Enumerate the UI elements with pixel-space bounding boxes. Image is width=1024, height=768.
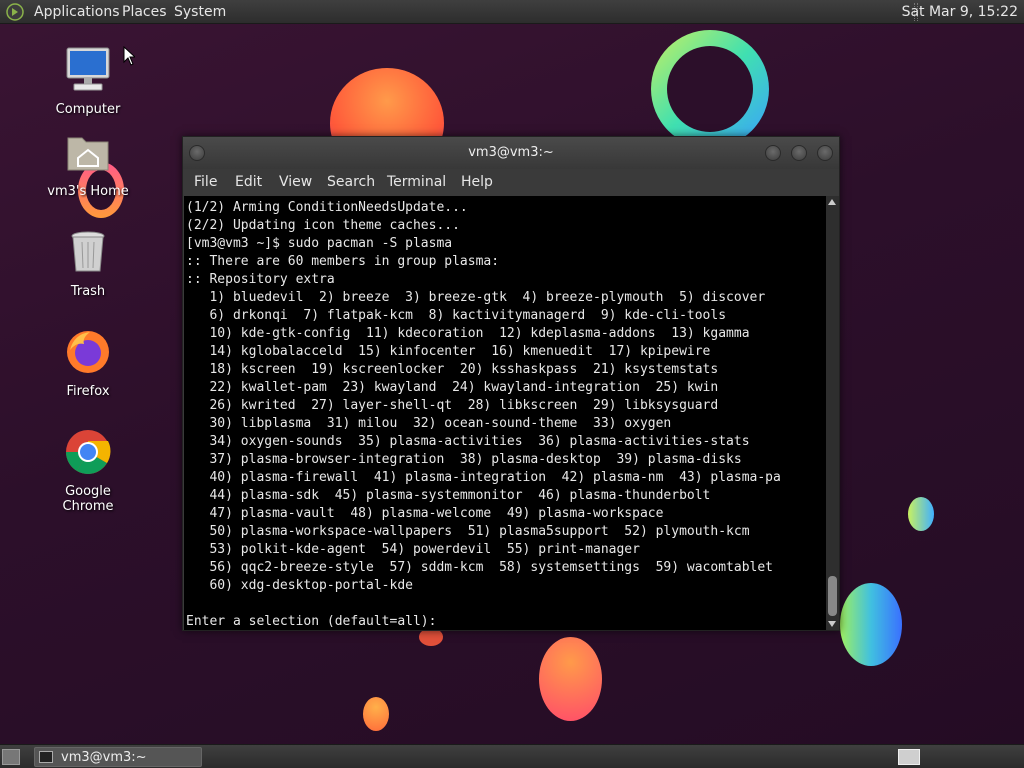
terminal-line: [vm3@vm3 ~]$ sudo pacman -S plasma — [186, 236, 453, 251]
desktop-icon-label: Computer — [55, 102, 121, 117]
terminal-line: 56) qqc2-breeze-style 57) sddm-kcm 58) s… — [186, 560, 773, 575]
terminal-line: 14) kglobalacceld 15) kinfocenter 16) km… — [186, 344, 711, 359]
terminal-titlebar[interactable]: vm3@vm3:~ — [183, 137, 839, 169]
maximize-button[interactable] — [791, 145, 807, 161]
menu-edit[interactable]: Edit — [235, 174, 262, 190]
taskbar-item-terminal[interactable]: vm3@vm3:~ — [34, 747, 202, 767]
desktop-icon-chrome[interactable]: Google Chrome — [38, 428, 138, 514]
terminal-line: 26) kwrited 27) layer-shell-qt 28) libks… — [186, 398, 719, 413]
scroll-up-icon[interactable] — [828, 199, 836, 205]
chrome-icon — [66, 430, 111, 474]
clock[interactable]: Sat Mar 9, 15:22 — [902, 4, 1018, 20]
mouse-cursor-icon — [123, 46, 135, 66]
terminal-scrollbar[interactable] — [826, 196, 839, 630]
desktop-icon-label: Google Chrome — [62, 484, 114, 514]
terminal-menubar: File Edit View Search Terminal Help — [183, 169, 839, 195]
wallpaper-pink-blob — [539, 637, 602, 721]
terminal-line: 6) drkonqi 7) flatpak-kcm 8) kactivityma… — [186, 308, 727, 323]
terminal-line: (2/2) Updating icon theme caches... — [186, 218, 460, 233]
workspace-switcher[interactable] — [898, 749, 920, 765]
terminal-line: 1) bluedevil 2) breeze 3) breeze-gtk 4) … — [186, 290, 766, 305]
desktop-icon-label: Firefox — [66, 384, 110, 399]
menu-search[interactable]: Search — [327, 174, 375, 190]
scroll-down-icon[interactable] — [828, 621, 836, 627]
wallpaper-blue-blob — [840, 583, 902, 666]
desktop-icon-label: vm3's Home — [47, 184, 129, 199]
terminal-line: 40) plasma-firewall 41) plasma-integrati… — [186, 470, 781, 485]
terminal-line: :: Repository extra — [186, 272, 335, 287]
applications-menu[interactable]: Applications — [34, 4, 120, 20]
show-desktop-icon[interactable] — [2, 749, 20, 765]
menu-file[interactable]: File — [194, 174, 217, 190]
terminal-line: 37) plasma-browser-integration 38) plasm… — [186, 452, 742, 467]
terminal-line: 53) polkit-kde-agent 54) powerdevil 55) … — [186, 542, 640, 557]
terminal-line: 10) kde-gtk-config 11) kdecoration 12) k… — [186, 326, 750, 341]
desktop-icon-home[interactable]: vm3's Home — [38, 128, 138, 199]
terminal-icon — [39, 751, 53, 763]
terminal-line: :: There are 60 members in group plasma: — [186, 254, 500, 269]
menu-terminal[interactable]: Terminal — [387, 174, 446, 190]
terminal-output[interactable]: (1/2) Arming ConditionNeedsUpdate... (2/2… — [184, 196, 826, 630]
terminal-line: (1/2) Arming ConditionNeedsUpdate... — [186, 200, 468, 215]
wallpaper-green-ring — [651, 30, 769, 148]
window-menu-button[interactable] — [189, 145, 205, 161]
places-menu[interactable]: Places — [122, 4, 167, 20]
terminal-window[interactable]: vm3@vm3:~ File Edit View Search Terminal… — [182, 136, 840, 631]
wallpaper-green-blob — [908, 497, 934, 531]
terminal-line: 47) plasma-vault 48) plasma-welcome 49) … — [186, 506, 664, 521]
scrollbar-thumb[interactable] — [828, 576, 837, 616]
terminal-line: 50) plasma-workspace-wallpapers 51) plas… — [186, 524, 750, 539]
system-menu[interactable]: System — [174, 4, 226, 20]
terminal-line: 22) kwallet-pam 23) kwayland 24) kwaylan… — [186, 380, 719, 395]
taskbar-item-label: vm3@vm3:~ — [61, 750, 147, 765]
desktop-icon-trash[interactable]: Trash — [38, 228, 138, 299]
terminal-line: 30) libplasma 31) milou 32) ocean-sound-… — [186, 416, 672, 431]
mate-logo-icon[interactable] — [6, 3, 24, 21]
terminal-line: 34) oxygen-sounds 35) plasma-activities … — [186, 434, 750, 449]
menu-help[interactable]: Help — [461, 174, 493, 190]
terminal-line: Enter a selection (default=all): — [186, 614, 437, 629]
terminal-title: vm3@vm3:~ — [468, 145, 554, 160]
terminal-line: 60) xdg-desktop-portal-kde — [186, 578, 413, 593]
home-folder-icon — [67, 137, 109, 171]
close-button[interactable] — [817, 145, 833, 161]
trash-icon — [71, 231, 105, 272]
desktop-icon-firefox[interactable]: Firefox — [38, 328, 138, 399]
bottom-panel: vm3@vm3:~ — [0, 744, 1024, 768]
desktop-icon-label: Trash — [70, 284, 106, 299]
terminal-line: 18) kscreen 19) kscreenlocker 20) ksshas… — [186, 362, 719, 377]
wallpaper-small-orange-blob — [363, 697, 389, 731]
minimize-button[interactable] — [765, 145, 781, 161]
computer-icon — [66, 47, 110, 91]
firefox-icon — [67, 331, 109, 373]
terminal-line: 44) plasma-sdk 45) plasma-systemmonitor … — [186, 488, 711, 503]
menu-view[interactable]: View — [279, 174, 312, 190]
top-panel: Applications Places System Sat Mar 9, 15… — [0, 0, 1024, 24]
